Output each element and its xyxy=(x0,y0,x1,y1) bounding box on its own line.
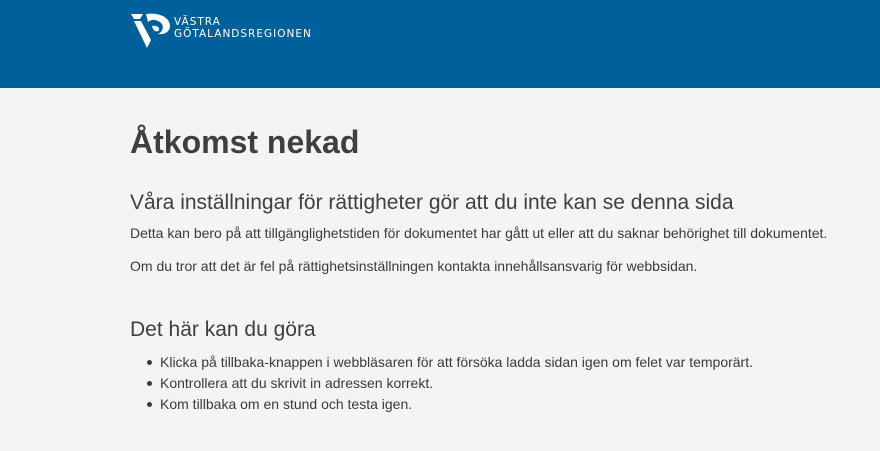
logo-line-1: VÄSTRA xyxy=(174,16,221,28)
site-header: VÄSTRA GÖTALANDSREGIONEN xyxy=(0,0,880,88)
explanation-paragraph-1: Detta kan bero på att tillgänglighetstid… xyxy=(130,225,828,241)
main-content: Åtkomst nekad Våra inställningar för rät… xyxy=(130,88,850,415)
logo-text: VÄSTRA GÖTALANDSREGIONEN xyxy=(174,16,312,40)
list-item: Kom tillbaka om en stund och testa igen. xyxy=(147,394,850,415)
list-item: Kontrollera att du skrivit in adressen k… xyxy=(147,373,850,394)
actions-heading: Det här kan du göra xyxy=(130,318,316,341)
vgr-logo-icon xyxy=(131,13,170,48)
page-subtitle: Våra inställningar för rättigheter gör a… xyxy=(130,191,734,214)
vgr-logo[interactable]: VÄSTRA GÖTALANDSREGIONEN xyxy=(130,12,312,50)
explanation-paragraph-2: Om du tror att det är fel på rättighetsi… xyxy=(130,258,698,274)
actions-list: Klicka på tillbaka-knappen i webbläsaren… xyxy=(130,352,850,415)
page-title: Åtkomst nekad xyxy=(130,124,360,160)
list-item: Klicka på tillbaka-knappen i webbläsaren… xyxy=(147,352,850,373)
logo-line-2: GÖTALANDSREGIONEN xyxy=(174,28,312,40)
